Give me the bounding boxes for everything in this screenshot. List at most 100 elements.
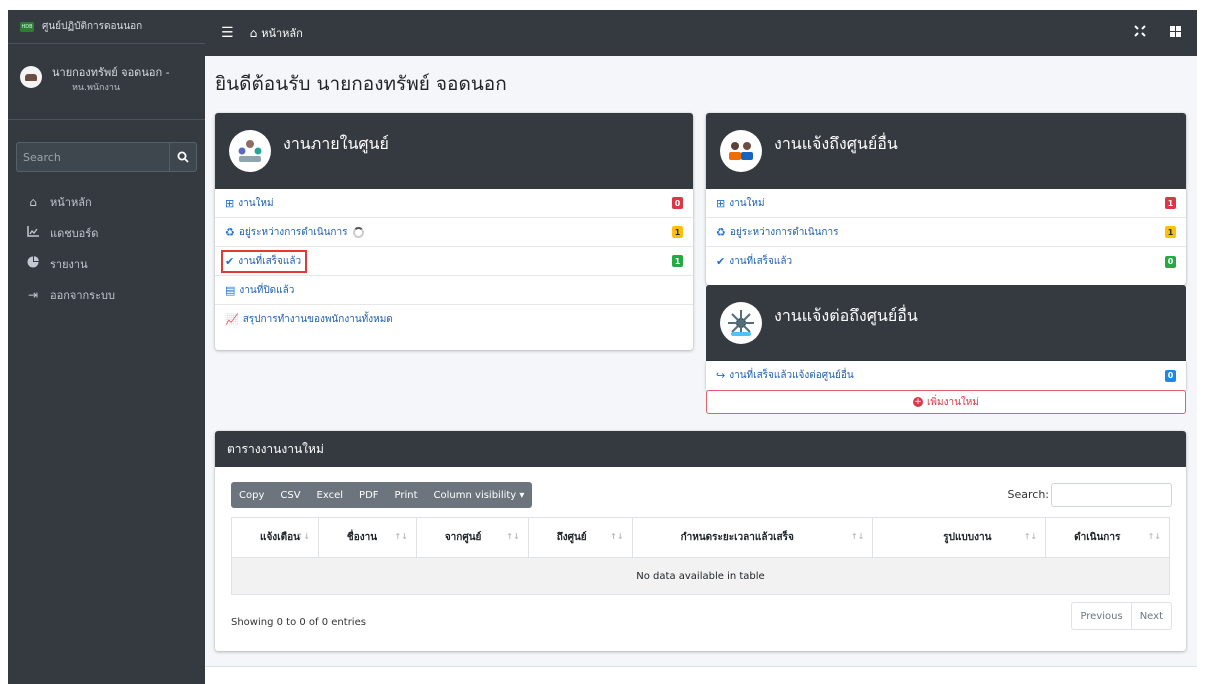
internal-completed-row[interactable]: ✔ งานที่เสร็จแล้ว 1	[215, 247, 693, 276]
card-forward-header: งานแจ้งต่อถึงศูนย์อื่น	[706, 285, 1186, 361]
check-circle-icon: ✔	[716, 255, 726, 268]
user-panel[interactable]: นายกองทรัพย์ จอดนอก - หน.พนักงาน	[8, 44, 205, 120]
breadcrumb-home[interactable]: หน้าหลัก	[261, 24, 303, 42]
chart-icon: 📈	[225, 313, 239, 326]
spinner-icon	[353, 226, 365, 238]
col-from-center[interactable]: จากศูนย์ ↑↓	[415, 517, 529, 558]
pdf-button[interactable]: PDF	[351, 482, 386, 508]
row-label: งานใหม่	[729, 197, 765, 209]
meeting-icon	[720, 130, 762, 172]
sidebar-item-label: รายงาน	[50, 257, 88, 271]
row-label: อยู่ระหว่างการดำเนินการ	[729, 226, 839, 238]
add-new-job-button[interactable]: + เพิ่มงานใหม่	[706, 390, 1186, 414]
row-label: งานที่เสร็จแล้ว	[729, 256, 793, 267]
sort-icon: ↑↓	[850, 532, 865, 541]
plus-square-icon: ⊞	[716, 196, 726, 210]
check-circle-icon: ✔	[225, 254, 235, 268]
row-label: งานที่ปิดแล้ว	[239, 284, 295, 296]
recycle-icon: ♻	[225, 225, 235, 239]
previous-page-button[interactable]: Previous	[1072, 603, 1130, 629]
card-forward-title: งานแจ้งต่อถึงศูนย์อื่น	[774, 305, 918, 325]
sidebar-item-dashboard[interactable]: แดชบอร์ด	[8, 217, 205, 248]
page-title: ยินดีต้อนรับ นายกองทรัพย์ จอดนอก	[215, 73, 507, 95]
col-alert[interactable]: แจ้งเตือน ↑↓	[231, 517, 319, 558]
column-label: รูปแบบงาน	[943, 532, 992, 543]
sort-icon: ↑↓	[506, 532, 520, 541]
col-to-center[interactable]: ถึงศูนย์ ↑↓	[527, 517, 633, 558]
plus-circle-icon: +	[912, 396, 923, 407]
table-row: No data available in table	[231, 557, 1170, 595]
sort-icon: ↑↓	[394, 532, 408, 541]
plus-square-icon: ⊞	[225, 196, 235, 210]
fullscreen-icon[interactable]	[1134, 25, 1146, 41]
internal-new-row[interactable]: ⊞ งานใหม่ 0	[215, 189, 693, 218]
col-action[interactable]: ดำเนินการ ↑↓	[1045, 517, 1170, 558]
column-label: จากศูนย์	[444, 532, 482, 543]
brand-logo: HDB	[20, 21, 34, 32]
add-new-job-label: เพิ่มงานใหม่	[926, 396, 979, 408]
sort-icon: ↑↓	[1147, 532, 1161, 541]
sidebar-search	[16, 142, 197, 172]
footer	[205, 666, 1197, 684]
recycle-icon: ♻	[716, 225, 726, 239]
excel-button[interactable]: Excel	[309, 482, 352, 508]
chart-icon	[26, 225, 40, 240]
sidebar-search-input[interactable]	[16, 142, 169, 172]
print-button[interactable]: Print	[387, 482, 426, 508]
other-completed-row[interactable]: ✔ งานที่เสร็จแล้ว 0	[706, 247, 1186, 276]
other-new-row[interactable]: ⊞ งานใหม่ 1	[706, 189, 1186, 218]
column-visibility-button[interactable]: Column visibility ▾	[426, 482, 533, 508]
status-badge: 1	[1165, 197, 1176, 209]
copy-button[interactable]: Copy	[231, 482, 272, 508]
grid-icon[interactable]	[1170, 25, 1181, 41]
export-button-group: Copy CSV Excel PDF Print Column visibili…	[231, 482, 533, 508]
col-deadline[interactable]: กำหนดระยะเวลาแล้วเสร็จ ↑↓	[631, 517, 874, 558]
row-label: งานใหม่	[238, 197, 274, 209]
internal-in-progress-row[interactable]: ♻ อยู่ระหว่างการดำเนินการ 1	[215, 218, 693, 247]
highlight-box: ✔ งานที่เสร็จแล้ว	[220, 249, 308, 273]
home-icon: ⌂	[29, 194, 37, 209]
sidebar: HDB ศูนย์ปฏิบัติการดอนนอก นายกองทรัพย์ จ…	[8, 10, 205, 684]
row-label: งานที่เสร็จแล้วแจ้งต่อศูนย์อื่น	[729, 370, 854, 381]
sidebar-nav: ⌂ หน้าหลัก แดชบอร์ด รายงาน ⇥ ออกจากระบบ	[8, 186, 205, 310]
sidebar-item-label: ออกจากระบบ	[50, 288, 115, 302]
sidebar-item-logout[interactable]: ⇥ ออกจากระบบ	[8, 279, 205, 310]
avatar	[20, 66, 42, 88]
id-card-icon: ▤	[225, 283, 236, 297]
col-job-type[interactable]: รูปแบบงาน ↑↓	[872, 517, 1047, 558]
sidebar-search-button[interactable]	[169, 142, 197, 172]
table-search-input[interactable]	[1051, 483, 1172, 507]
next-page-button[interactable]: Next	[1130, 603, 1171, 629]
internal-closed-row[interactable]: ▤ งานที่ปิดแล้ว	[215, 276, 693, 305]
column-label: ดำเนินการ	[1074, 532, 1121, 543]
row-label: งานที่เสร็จแล้ว	[238, 255, 302, 267]
menu-toggle-icon[interactable]: ☰	[221, 25, 234, 41]
pie-chart-icon	[26, 256, 40, 271]
brand[interactable]: HDB ศูนย์ปฏิบัติการดอนนอก	[8, 10, 205, 44]
internal-summary-row[interactable]: 📈 สรุปการทำงานของพนักงานทั้งหมด	[215, 305, 693, 334]
card-other-header: งานแจ้งถึงศูนย์อื่น	[706, 113, 1186, 189]
sidebar-item-report[interactable]: รายงาน	[8, 248, 205, 279]
table-header-row: แจ้งเตือน ↑↓ ชื่องาน ↑↓ จากศูนย์ ↑↓ ถึงศูนย…	[231, 517, 1170, 558]
other-in-progress-row[interactable]: ♻ อยู่ระหว่างการดำเนินการ 1	[706, 218, 1186, 247]
status-badge: 1	[672, 226, 683, 238]
column-label: กำหนดระยะเวลาแล้วเสร็จ	[680, 532, 794, 543]
sort-icon: ↑↓	[610, 532, 624, 541]
sidebar-item-home[interactable]: ⌂ หน้าหลัก	[8, 186, 205, 217]
csv-button[interactable]: CSV	[272, 482, 308, 508]
status-badge: 0	[1165, 369, 1176, 382]
col-job-name[interactable]: ชื่องาน ↑↓	[317, 517, 417, 558]
status-badge: 1	[1165, 226, 1176, 238]
status-badge: 0	[672, 197, 683, 209]
card-forward: งานแจ้งต่อถึงศูนย์อื่น ↪ งานที่เสร็จแล้วแ…	[706, 285, 1186, 419]
forward-completed-row[interactable]: ↪ งานที่เสร็จแล้วแจ้งต่อศูนย์อื่น 0	[706, 361, 1186, 390]
card-other-centers: งานแจ้งถึงศูนย์อื่น ⊞ งานใหม่ 1 ♻ อยู่ระหว…	[706, 113, 1186, 285]
user-name: นายกองทรัพย์ จอดนอก -	[52, 66, 170, 79]
sign-out-icon: ⇥	[27, 287, 39, 302]
row-label: อยู่ระหว่างการดำเนินการ	[238, 226, 348, 238]
main-content: ยินดีต้อนรับ นายกองทรัพย์ จอดนอก งานภายใ…	[205, 56, 1197, 684]
search-icon	[177, 151, 189, 163]
sidebar-item-label: หน้าหลัก	[50, 195, 92, 209]
table-search-label: Search:	[1007, 488, 1050, 501]
team-icon	[229, 130, 271, 172]
